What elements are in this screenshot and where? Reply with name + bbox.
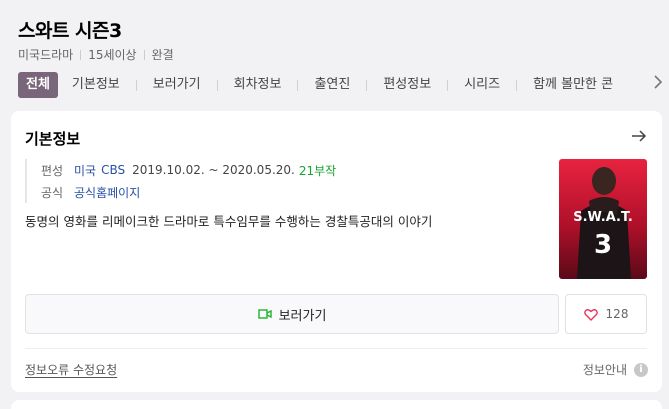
page-title: 스와트 시즌3 <box>18 20 122 42</box>
tab-basic-info[interactable]: 기본정보 <box>66 72 126 98</box>
tab-divider <box>516 79 518 91</box>
broadcast-row: 편성 미국 CBS 2019.10.02. ~ 2020.05.20. 21부작 <box>41 159 336 181</box>
tab-bar: 전체 기본정보 보러가기 회차정보 출연진 편성정보 시리즈 함께 볼만한 콘 <box>18 72 619 98</box>
episode-count: 21부작 <box>298 163 337 178</box>
meta-divider <box>143 49 145 60</box>
official-homepage-link[interactable]: 공식홈페이지 <box>74 184 140 201</box>
card-title: 기본정보 <box>25 130 81 148</box>
like-count: 128 <box>605 307 629 321</box>
tab-series[interactable]: 시리즈 <box>458 72 506 98</box>
broadcast-period: 2019.10.02. ~ 2020.05.20. <box>132 163 295 177</box>
tab-episodes[interactable]: 회차정보 <box>228 72 288 98</box>
info-rows: 편성 미국 CBS 2019.10.02. ~ 2020.05.20. 21부작… <box>25 159 336 203</box>
next-card <box>11 400 662 409</box>
watch-button-label: 보러가기 <box>278 308 327 324</box>
poster-image[interactable]: S.W.A.T. 3 <box>559 159 647 279</box>
genre-text: 미국드라마 <box>18 48 74 62</box>
meta-divider <box>80 49 82 60</box>
country-link[interactable]: 미국 <box>74 162 96 179</box>
info-guide-button[interactable]: 정보안내 i <box>583 361 648 378</box>
tab-cast[interactable]: 출연진 <box>308 72 356 98</box>
heart-icon <box>583 308 598 321</box>
basic-info-card: 기본정보 편성 미국 CBS 2019.10.02. ~ 2020.05.20.… <box>11 111 662 392</box>
video-camera-icon <box>257 309 272 319</box>
like-button[interactable]: 128 <box>565 294 647 334</box>
card-divider <box>25 348 647 349</box>
poster-season-number: 3 <box>594 230 612 260</box>
watch-button[interactable]: 보러가기 <box>25 294 559 334</box>
synopsis: 동명의 영화를 리메이크한 드라마로 특수임무를 수행하는 경찰특공대의 이야기 <box>25 214 433 229</box>
tab-divider <box>447 79 449 91</box>
broadcast-label: 편성 <box>41 163 64 178</box>
poster-title: S.W.A.T. <box>573 210 633 225</box>
official-label: 공식 <box>41 185 64 200</box>
tab-schedule[interactable]: 편성정보 <box>377 72 437 98</box>
chevron-right-icon[interactable] <box>651 74 665 96</box>
report-error-link[interactable]: 정보오류 수정요청 <box>25 361 117 378</box>
content-header: 스와트 시즌3 미국드라마 15세이상 완결 전체 기본정보 보러가기 회차정보… <box>0 0 669 112</box>
info-icon: i <box>634 362 648 377</box>
info-guide-label: 정보안내 <box>582 363 627 377</box>
tab-divider <box>366 79 368 91</box>
tab-divider <box>297 79 299 91</box>
arrow-right-icon[interactable] <box>630 127 648 145</box>
tab-divider <box>216 79 218 91</box>
channel-link[interactable]: CBS <box>101 163 125 177</box>
tab-watch[interactable]: 보러가기 <box>147 72 207 98</box>
rating-text: 15세이상 <box>88 48 137 62</box>
tab-divider <box>135 79 137 91</box>
official-row: 공식 공식홈페이지 <box>41 181 336 203</box>
status-text: 완결 <box>151 48 174 62</box>
tab-all[interactable]: 전체 <box>18 72 58 98</box>
title-meta: 미국드라마 15세이상 완결 <box>18 46 174 63</box>
tab-recommended[interactable]: 함께 볼만한 콘 <box>527 72 619 98</box>
